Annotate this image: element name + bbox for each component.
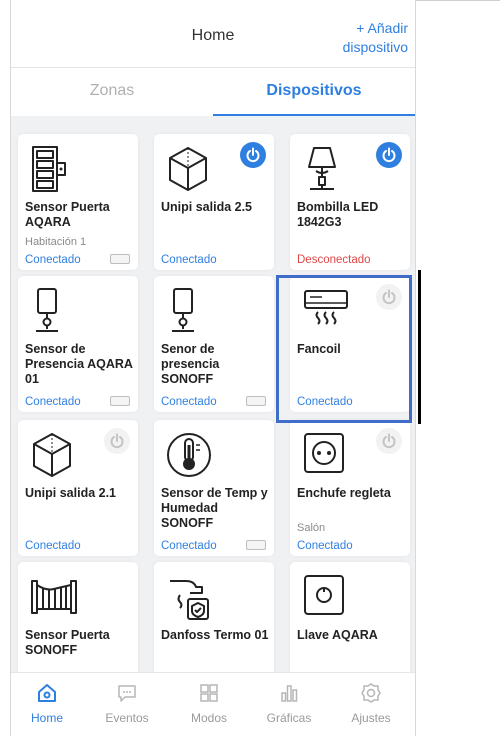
power-icon (382, 433, 396, 449)
power-icon (382, 147, 396, 163)
nav-item-gráficas[interactable]: Gráficas (255, 673, 323, 736)
device-name: Enchufe regleta (297, 486, 391, 500)
device-card[interactable]: Sensor Puerta AQARA Habitación 1 Conectado (18, 134, 138, 270)
door-sensor-icon (30, 145, 74, 193)
switch-icon (302, 573, 346, 621)
power-icon (246, 147, 260, 163)
device-zone: Salón (297, 522, 326, 534)
scroll-indicator (418, 270, 421, 424)
device-name: Sensor Puerta SONOFF (25, 628, 110, 657)
nav-label: Eventos (105, 711, 149, 725)
device-card[interactable]: Llave AQARA (290, 562, 410, 672)
presence-sensor-icon (30, 287, 74, 335)
socket-icon (302, 431, 346, 479)
gate-icon (30, 573, 77, 621)
nav-item-modos[interactable]: Modos (175, 673, 243, 736)
connection-status: Desconectado (297, 254, 371, 266)
bottom-nav: Home Eventos Modos Gráficas Ajustes (11, 672, 415, 736)
device-name: Llave AQARA (297, 628, 378, 642)
nav-label: Modos (190, 711, 228, 725)
device-name: Unipi salida 2.1 (25, 486, 117, 500)
nav-item-ajustes[interactable]: Ajustes (337, 673, 405, 736)
device-card[interactable]: Danfoss Termo 01 (154, 562, 274, 672)
tab-zonas[interactable]: Zonas (11, 68, 213, 116)
battery-icon (246, 540, 266, 550)
add-device-button[interactable]: + Añadir dispositivo (343, 19, 408, 57)
connection-status: Conectado (161, 540, 217, 552)
tab-dispositivos[interactable]: Dispositivos (213, 68, 415, 116)
connection-status: Conectado (25, 254, 81, 266)
battery-icon (110, 254, 130, 264)
device-name: Danfoss Termo 01 (161, 628, 269, 642)
device-card[interactable]: Sensor Puerta SONOFF (18, 562, 138, 672)
device-name: Sensor de Presencia AQARA 01 (25, 342, 133, 386)
header: Home + Añadir dispositivo (11, 0, 415, 68)
device-card[interactable]: Sensor de Temp y Humedad SONOFF Conectado (154, 420, 274, 556)
power-toggle-button[interactable] (240, 142, 266, 168)
power-icon (110, 433, 124, 449)
battery-icon (110, 396, 130, 406)
device-name: Sensor de Temp y Humedad SONOFF (161, 486, 268, 530)
device-card[interactable]: Sensor de Presencia AQARA 01 Conectado (18, 276, 138, 412)
connection-status: Conectado (25, 540, 81, 552)
device-name: Bombilla LED 1842G3 (297, 200, 379, 229)
power-toggle-button[interactable] (376, 142, 402, 168)
nav-label: Home (30, 711, 63, 725)
device-card[interactable]: Unipi salida 2.1 Conectado (18, 420, 138, 556)
device-card[interactable]: Bombilla LED 1842G3 Desconectado (290, 134, 410, 270)
connection-status: Conectado (25, 396, 81, 408)
thermometer-icon (166, 431, 211, 479)
app-screen: Home + Añadir dispositivo Zonas Disposit… (10, 0, 416, 736)
device-zone: Habitación 1 (25, 236, 87, 248)
nav-label: Gráficas (266, 711, 312, 725)
presence-sensor-icon (166, 287, 210, 335)
nav-label: Ajustes (351, 711, 391, 725)
nav-item-eventos[interactable]: Eventos (93, 673, 161, 736)
selection-highlight (276, 275, 412, 423)
nav-item-home[interactable]: Home (13, 673, 81, 736)
device-name: Unipi salida 2.5 (161, 200, 253, 214)
connection-status: Conectado (297, 540, 353, 552)
device-card[interactable]: Unipi salida 2.5 Conectado (154, 134, 274, 270)
device-card[interactable]: Enchufe regleta Salón Conectado (290, 420, 410, 556)
connection-status: Conectado (161, 254, 217, 266)
device-name: Sensor Puerta AQARA (25, 200, 110, 229)
device-name: Senor de presencia SONOFF (161, 342, 220, 386)
tab-bar: Zonas Dispositivos (11, 68, 415, 116)
device-card[interactable]: Senor de presencia SONOFF Conectado (154, 276, 274, 412)
cube-icon (166, 145, 210, 193)
lamp-icon (302, 145, 346, 193)
battery-icon (246, 396, 266, 406)
power-toggle-button[interactable] (104, 428, 130, 454)
cube-icon (30, 431, 74, 479)
connection-status: Conectado (161, 396, 217, 408)
power-toggle-button[interactable] (376, 428, 402, 454)
thermostat-hand-icon (166, 573, 210, 621)
